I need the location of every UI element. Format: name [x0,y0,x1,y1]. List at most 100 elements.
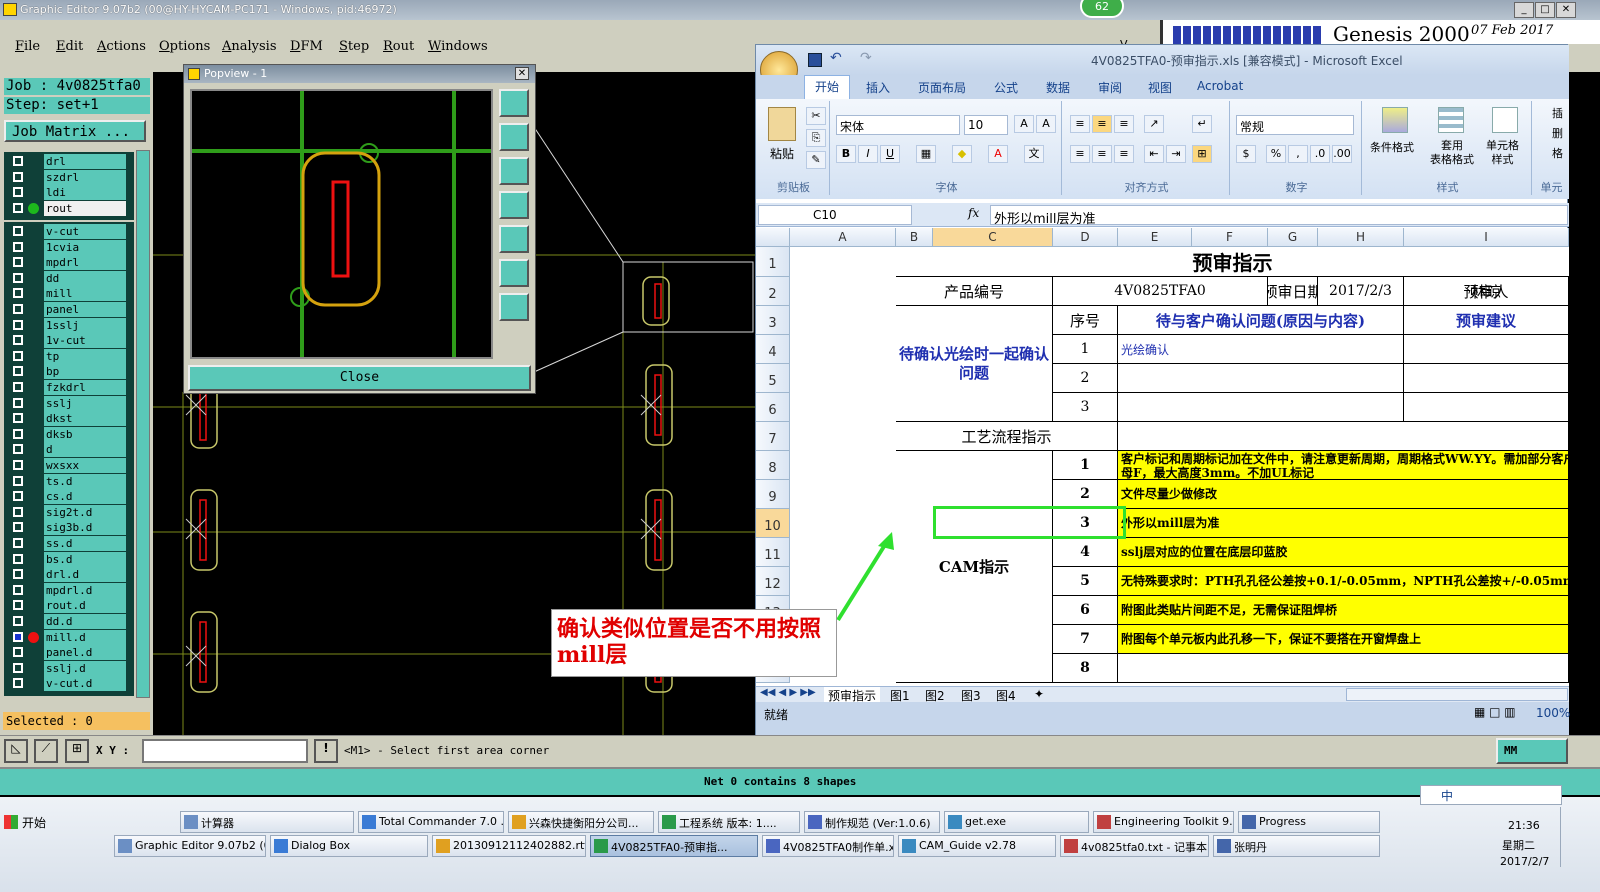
column-header[interactable]: D [1053,228,1118,247]
layer-checkbox[interactable] [13,647,23,658]
column-header[interactable]: A [790,228,896,247]
popview-zoom-fit-button[interactable] [499,89,529,117]
name-box[interactable]: C10 [758,205,912,225]
pending-suggestion[interactable] [1404,393,1569,422]
layer-row[interactable]: mill.d [10,629,126,645]
cam-text[interactable]: 附图每个单元板内此孔移一下，保证不要搭在开窗焊盘上 [1118,625,1569,654]
layer-checkbox[interactable] [13,584,23,595]
taskbar-button[interactable]: Graphic Editor 9.07b2 (0... [114,835,266,857]
layer-row[interactable]: sslj [10,395,126,411]
align-top-icon[interactable]: ≡ [1070,115,1090,133]
issue-header[interactable]: 待与客户确认问题(原因与内容) [1118,306,1404,335]
row-header[interactable]: 8 [756,451,790,480]
layer-row[interactable]: wxsxx [10,458,126,473]
horizontal-scrollbar[interactable] [1346,688,1568,701]
cam-seq[interactable]: 2 [1053,480,1118,509]
cell-style-icon[interactable] [1492,107,1518,133]
units-selector[interactable]: MM [1496,738,1568,764]
taskbar-button[interactable]: Engineering Toolkit 9.... [1093,811,1234,833]
layer-row[interactable]: ss.d [10,536,126,551]
review-date-label[interactable]: 预审日期 [1268,277,1318,306]
layer-row[interactable]: bp [10,364,126,380]
layer-checkbox[interactable] [13,241,23,252]
layer-checkbox[interactable] [13,288,23,299]
taskbar-button[interactable]: get.exe [944,811,1089,833]
taskbar-button[interactable]: 兴森快捷衡阳分公司... [508,811,654,833]
cam-seq[interactable]: 6 [1053,596,1118,625]
layer-checkbox[interactable] [13,491,23,502]
xy-input[interactable] [142,739,308,763]
row-header[interactable]: 10 [756,509,790,538]
layer-row[interactable]: 1v-cut [10,333,126,349]
orientation-icon[interactable]: ↗ [1144,115,1164,133]
layer-checkbox[interactable] [13,366,23,377]
pending-label[interactable]: 待确认光绘时一起确认问题 [896,306,1053,422]
layer-checkbox[interactable] [13,382,23,392]
grow-font-icon[interactable]: A [1014,115,1034,133]
cam-text[interactable]: 文件尽量少做修改 [1118,480,1569,509]
row-header[interactable]: 5 [756,364,790,393]
format-cells-button[interactable]: 格 [1552,145,1563,161]
column-header[interactable]: H [1318,228,1404,247]
alert-icon[interactable]: ! [314,739,338,763]
tab-insert[interactable]: 插入 [866,79,890,96]
font-size-select[interactable]: 10 [964,115,1008,135]
layer-row[interactable]: mpdrl [10,255,126,271]
layer-checkbox[interactable] [13,678,23,689]
menu-windows[interactable]: Windows [428,39,488,54]
align-left-icon[interactable]: ≡ [1070,145,1090,163]
show-desktop-button[interactable] [1560,807,1574,867]
product-no-value[interactable]: 4V0825TFA0 [1053,277,1268,306]
popview-zoom-out-button[interactable] [499,293,529,321]
pending-suggestion[interactable] [1404,335,1569,364]
row-header[interactable]: 2 [756,277,790,306]
cam-seq[interactable]: 5 [1053,567,1118,596]
layer-row[interactable]: szdrl [10,169,126,185]
pending-text[interactable]: 光绘确认 [1118,335,1404,364]
redo-icon[interactable]: ↷ [860,50,872,66]
taskbar-button[interactable]: 4v0825tfa0.txt - 记事本 [1060,835,1209,857]
menu-actions[interactable]: Actions [97,39,146,54]
sheet-title[interactable]: 预审指示 [896,247,1569,277]
start-button[interactable]: 开始 [2,811,58,833]
taskbar-button[interactable]: 工程系统 版本: 1.... [658,811,800,833]
taskbar-button[interactable]: Dialog Box [270,835,428,857]
decrease-indent-icon[interactable]: ⇤ [1144,145,1164,163]
select-all-corner[interactable] [756,228,790,247]
cam-seq[interactable]: 1 [1053,451,1118,480]
layer-row[interactable]: ts.d [10,473,126,489]
layer-row[interactable]: bs.d [10,551,126,567]
cam-text[interactable]: sslj层对应的位置在底层印蓝胶 [1118,538,1569,567]
popview-zoom-in-button[interactable] [499,259,529,287]
function-icon[interactable]: fx [968,206,979,220]
formula-input[interactable]: 外形以mill层为准 [990,205,1568,227]
draw-mode-icon[interactable]: ◺ [4,739,28,763]
increase-indent-icon[interactable]: ⇥ [1166,145,1186,163]
layer-row[interactable]: panel [10,302,126,317]
taskbar-button[interactable]: Progress [1238,811,1380,833]
pending-text[interactable] [1118,364,1404,393]
pending-seq[interactable]: 3 [1053,393,1118,422]
insert-sheet-icon[interactable]: ✦ [1034,687,1044,701]
layer-row[interactable]: drl.d [10,567,126,583]
copy-icon[interactable]: ⎘ [806,129,826,147]
tab-data[interactable]: 数据 [1046,79,1070,96]
italic-icon[interactable]: I [858,145,878,163]
popview-close-icon[interactable]: ✕ [515,67,529,80]
row-header[interactable]: 11 [756,538,790,567]
column-header[interactable]: I [1404,228,1569,247]
cam-text[interactable]: 附图此类贴片间距不足，无需保证阻焊桥 [1118,596,1569,625]
tab-review[interactable]: 审阅 [1098,79,1122,96]
layer-checkbox[interactable] [13,413,23,424]
cam-seq[interactable]: 3 [1053,509,1118,538]
cam-text[interactable]: 外形以mill层为准 [1118,509,1569,538]
undo-icon[interactable]: ↶ [830,50,842,66]
process-label[interactable]: 工艺流程指示 [896,422,1118,451]
delete-cells-button[interactable]: 删 [1552,125,1563,141]
layer-row[interactable]: sslj.d [10,660,126,676]
layer-checkbox[interactable] [13,444,23,455]
menu-analysis[interactable]: Analysis [222,39,277,54]
table-format-icon[interactable] [1438,107,1464,133]
menu-step[interactable]: Step [339,39,369,54]
layer-checkbox[interactable] [13,600,23,611]
